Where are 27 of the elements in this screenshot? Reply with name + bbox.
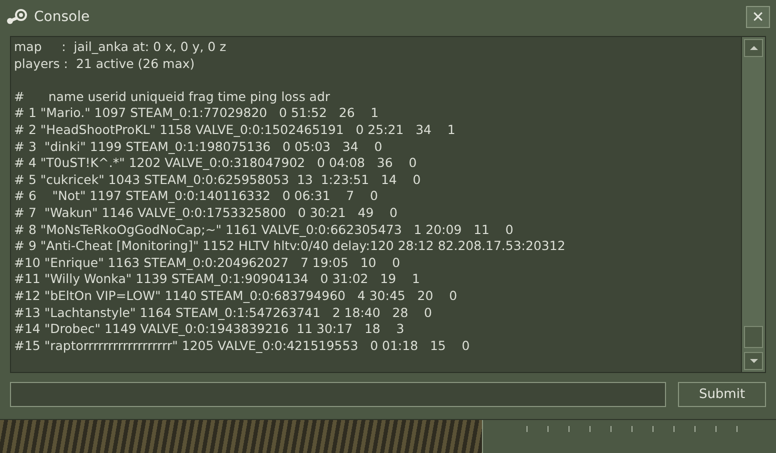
console-line: # 6 "Not" 1197 STEAM_0:0:140116332 0 06:31 7 0 <box>14 188 378 205</box>
console-line: # 3 "dinki" 1199 STEAM_0:1:198075136 0 05:03 34 0 <box>14 138 382 156</box>
scrollbar[interactable] <box>741 37 765 372</box>
console-line: # 2 "HeadShootProKL" 1158 VALVE_0:0:1502465191 0 25:21 34 1 <box>14 122 456 139</box>
steam-logo-icon <box>6 9 28 25</box>
console-line: players : 21 active (26 max) <box>14 56 195 72</box>
console-line: # 5 "cukricek" 1043 STEAM_0:0:625958053 13 1:23:51 14 0 <box>14 172 421 188</box>
console-line: #10 "Enrique" 1163 STEAM_0:0:204962027 7 19:05 10 0 <box>14 254 400 272</box>
scroll-down-icon[interactable] <box>744 352 763 370</box>
console-line: # 1 "Mario." 1097 STEAM_0:1:77029820 0 51:52 26 1 <box>14 105 379 122</box>
console-line: # 8 "MoNsTeRkoOgGodNoCap;~" 1161 VALVE_0:0:662305473 1 20:09 11 0 <box>14 222 514 238</box>
console-line: #11 "Willy Wonka" 1139 STEAM_0:1:90904134 0 31:02 19 1 <box>14 271 420 288</box>
console-line: #14 "Drobec" 1149 VALVE_0:0:1943839216 11 30:17 18 3 <box>14 321 404 338</box>
scroll-thumb[interactable] <box>744 326 763 348</box>
console-line: # 9 "Anti-Cheat [Monitoring]" 1152 HLTV hltv:0/40 delay:120 28:12 82.208.17.53:20312 <box>14 238 566 255</box>
scroll-up-icon[interactable] <box>744 39 763 57</box>
close-button[interactable]: ✕ <box>746 6 770 28</box>
console-line: # name userid uniqueid frag time ping loss adr <box>14 88 330 106</box>
console-line: #12 "bEltOn VIP=LOW" 1140 STEAM_0:0:683794960 4 30:45 20 0 <box>14 288 458 304</box>
console-line: #13 "Lachtanstyle" 1164 STEAM_0:1:547263741 2 18:40 28 0 <box>14 304 432 322</box>
console-line: # 7 "Wakun" 1146 VALVE_0:0:1753325800 0 30:21 49 0 <box>14 204 398 222</box>
console-line: #15 "raptorrrrrrrrrrrrrrrrrr" 1205 VALVE_0:0:421519553 0 01:18 15 0 <box>14 338 470 354</box>
submit-button[interactable]: Submit <box>678 382 766 407</box>
window-title: Console <box>34 8 90 26</box>
console-line: map : jail_anka at: 0 x, 0 y, 0 z <box>14 39 226 56</box>
command-input-field[interactable] <box>10 382 666 407</box>
console-line: # 4 "T0uST!K^.*" 1202 VALVE_0:0:318047902 0 04:08 36 0 <box>14 155 417 172</box>
